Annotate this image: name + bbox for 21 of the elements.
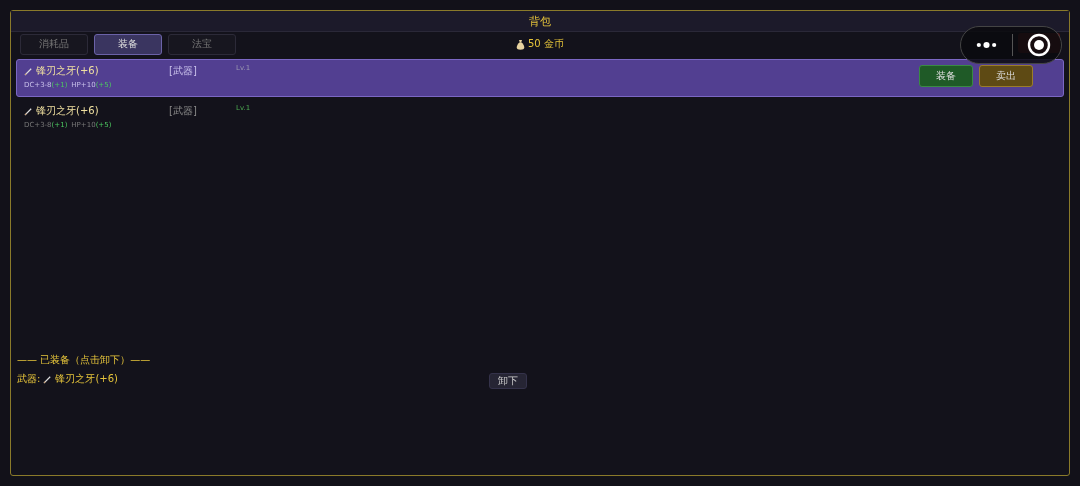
tab[interactable]: 装备: [94, 33, 162, 55]
sword-icon: [24, 106, 33, 116]
more-icon[interactable]: [975, 40, 998, 50]
window-title: 背包: [529, 13, 551, 29]
item-type: [武器]: [169, 104, 198, 118]
currency-amount: 50 金币: [528, 37, 564, 51]
money-bag-icon: [516, 38, 525, 50]
unequip-button[interactable]: 卸下: [489, 373, 527, 389]
close-icon[interactable]: [1027, 33, 1051, 57]
equipped-item-name: 锋刃之牙(+6): [55, 372, 118, 386]
action-button[interactable]: 卖出: [979, 65, 1033, 87]
tab[interactable]: 法宝: [168, 33, 236, 55]
item-type: [武器]: [169, 64, 198, 78]
sword-icon: [43, 374, 53, 384]
slot-label: 武器:: [17, 372, 41, 386]
sword-icon: [24, 66, 33, 76]
section-heading: —— 已装备（点击卸下）——: [17, 353, 152, 367]
action-button[interactable]: 装备: [919, 65, 973, 87]
tab[interactable]: 消耗品: [20, 33, 88, 55]
item-name: 锋刃之牙(+6): [36, 64, 99, 78]
item-name: 锋刃之牙(+6): [36, 104, 99, 118]
